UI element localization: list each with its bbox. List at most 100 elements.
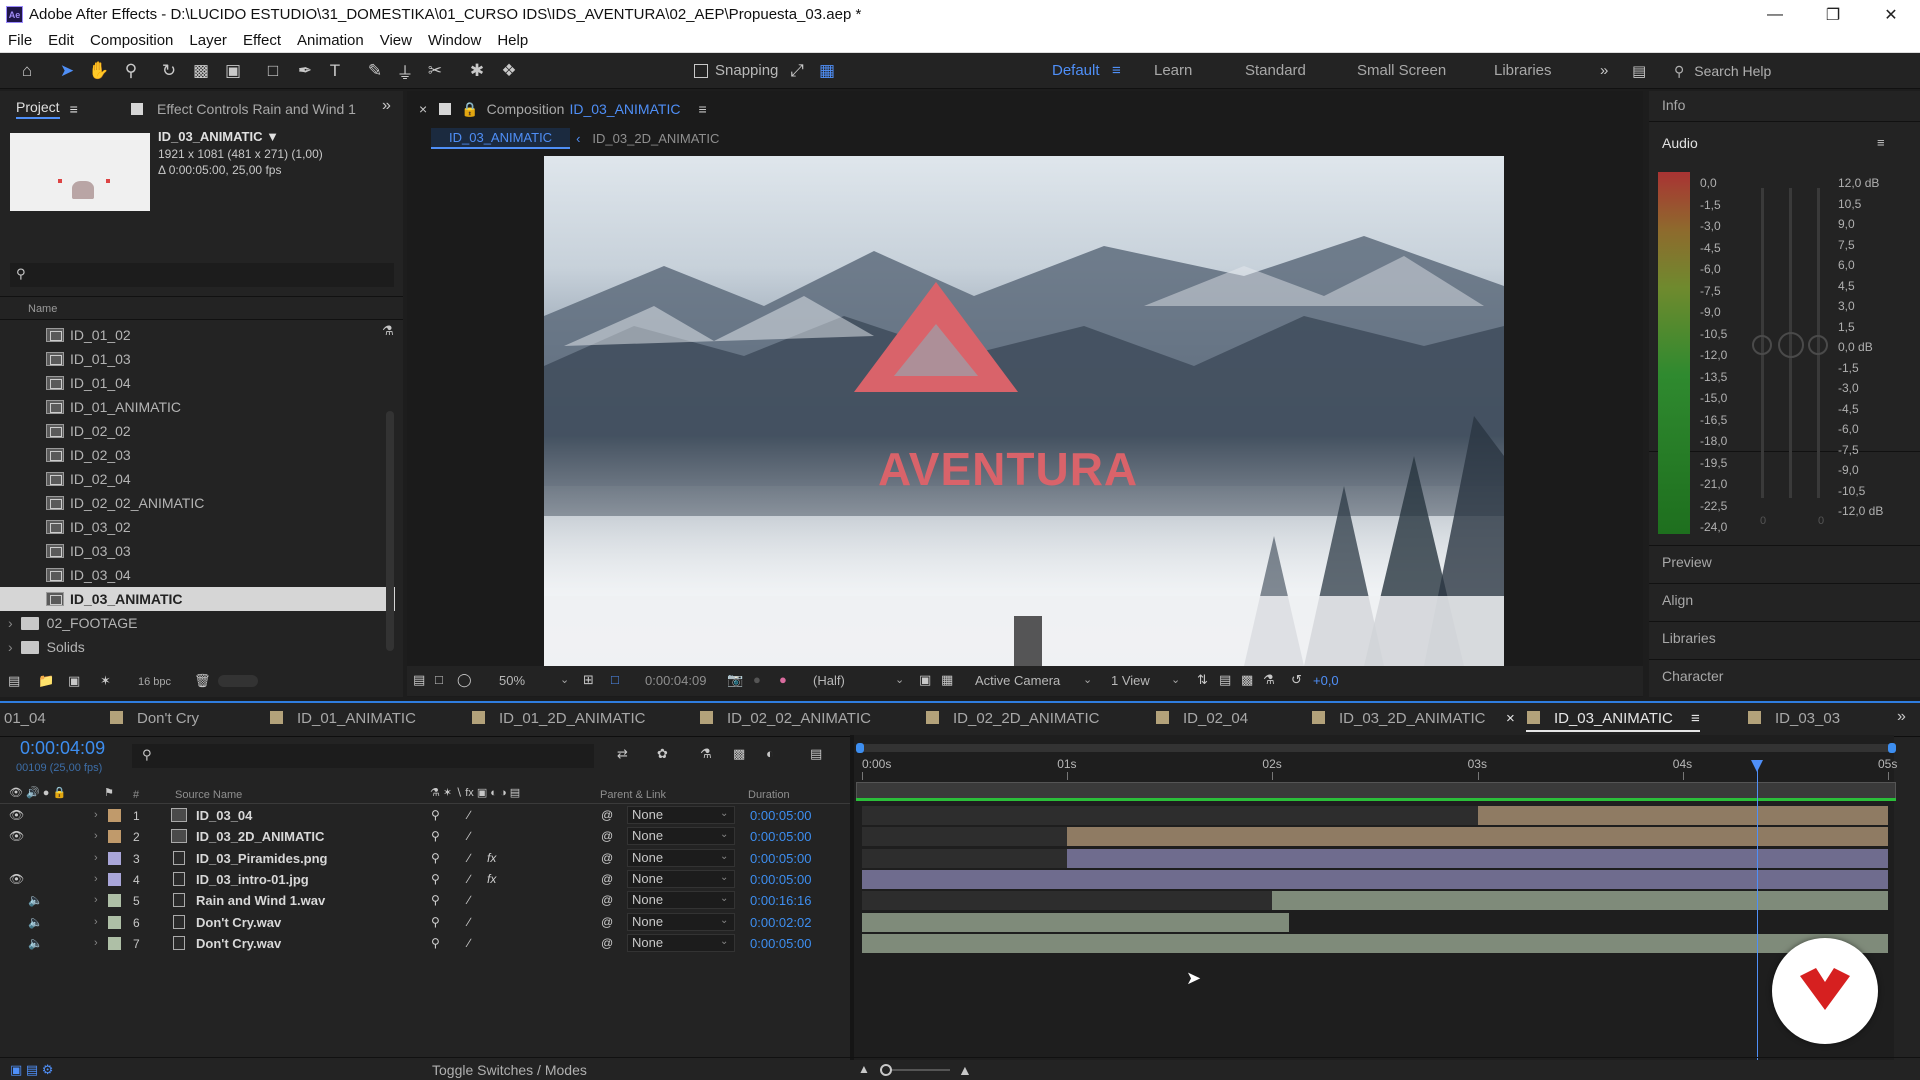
workspace-standard[interactable]: Standard [1245, 62, 1306, 79]
project-comp-item[interactable]: ID_03_03 [0, 539, 395, 563]
playhead[interactable] [1750, 760, 1763, 1060]
menu-help[interactable]: Help [489, 32, 536, 49]
workspace-learn[interactable]: Learn [1154, 62, 1192, 79]
new-composition-icon[interactable]: ▣ [68, 673, 80, 689]
graph-editor-icon[interactable]: ▤ [810, 746, 822, 762]
audio-slider-knob-left[interactable] [1752, 335, 1772, 355]
breadcrumb-active[interactable]: ID_03_ANIMATIC [431, 127, 571, 149]
panel-menu-icon[interactable]: ≡ [698, 101, 706, 117]
mask-visibility-icon[interactable]: □ [611, 672, 619, 687]
layer-row[interactable]: 🔈 › 6 Don't Cry.wav ⚲ ∕ @ None ⌄ 0:00:02:02 [0, 912, 850, 933]
pen-tool-icon[interactable]: ✒ [294, 60, 316, 82]
project-comp-item[interactable]: ID_02_02 [0, 419, 395, 443]
close-tab-icon[interactable]: × [1506, 710, 1519, 727]
pickwhip-icon[interactable]: @ [601, 936, 613, 950]
breadcrumb-other[interactable]: ID_03_2D_ANIMATIC [592, 131, 719, 146]
layer-name[interactable]: ID_03_Piramides.png [196, 851, 328, 866]
timeline-tab[interactable]: ID_01_ANIMATIC [270, 710, 416, 727]
tab-composition[interactable]: × 🔒 Composition ID_03_ANIMATIC ≡ [419, 96, 707, 122]
layer-row[interactable]: 🔈 › 5 Rain and Wind 1.wav ⚲ ∕ @ None ⌄ 0:00:16:16 [0, 890, 850, 911]
zoom-out-icon[interactable]: ▲ [858, 1062, 870, 1076]
project-comp-item[interactable]: ID_02_03 [0, 443, 395, 467]
timeline-tab[interactable]: × ID_03_ANIMATIC ≡ [1506, 710, 1700, 732]
snapshot-icon[interactable]: 📷 [727, 672, 743, 688]
layer-name[interactable]: ID_03_04 [196, 808, 252, 823]
tab-effect-controls[interactable]: Effect Controls Rain and Wind 1 [131, 96, 356, 122]
parent-link-header[interactable]: Parent & Link [600, 789, 666, 801]
shy-layers-icon[interactable]: ⚗ [700, 746, 712, 762]
layer-twirl-icon[interactable]: › [94, 852, 98, 864]
quality-switch-icon[interactable]: ∕ [468, 851, 470, 865]
layer-row[interactable]: 👁 › 4 ID_03_intro-01.jpg ⚲ ∕ fx @ None ⌄ 0:00:05:0… [0, 869, 850, 890]
project-comp-item[interactable]: ID_03_02 [0, 515, 395, 539]
reset-exposure-icon[interactable]: ↺ [1291, 672, 1302, 688]
layer-name[interactable]: ID_03_intro-01.jpg [196, 872, 309, 887]
layer-switches-toggle-icon[interactable]: ▣ ▤ ⚙ [10, 1062, 53, 1078]
audio-slider-knob-right[interactable] [1808, 335, 1828, 355]
home-icon[interactable]: ⌂ [16, 60, 38, 82]
layer-row[interactable]: › 3 ID_03_Piramides.png ⚲ ∕ fx @ None ⌄ 0:00:05:0… [0, 848, 850, 869]
timeline-search-input[interactable]: ⚲ [132, 744, 594, 768]
menu-window[interactable]: Window [420, 32, 489, 49]
project-folder-item[interactable]: › 02_FOOTAGE [0, 611, 395, 635]
pickwhip-icon[interactable]: @ [601, 851, 613, 865]
column-name-header[interactable]: Name [28, 303, 57, 315]
workspace-toggle-icon[interactable]: ▤ [1632, 62, 1646, 80]
libraries-panel-tab[interactable]: Libraries [1662, 630, 1716, 646]
magnification-dropdown[interactable]: 50% [499, 673, 525, 688]
pickwhip-icon[interactable]: @ [601, 872, 613, 886]
project-comp-item[interactable]: ID_01_02 [0, 323, 395, 347]
layer-twirl-icon[interactable]: › [94, 809, 98, 821]
visibility-eye-icon[interactable]: 👁 [9, 829, 24, 843]
layer-duration[interactable]: 0:00:05:00 [750, 936, 811, 951]
panel-menu-icon[interactable]: ≡ [1687, 710, 1700, 727]
menu-view[interactable]: View [372, 32, 420, 49]
rectangle-tool-icon[interactable]: □ [262, 60, 284, 82]
timeline-zoom-slider[interactable] [880, 1064, 950, 1076]
shy-switch-icon[interactable]: ⚲ [431, 936, 440, 950]
project-footer-scroll[interactable] [218, 675, 258, 687]
pickwhip-icon[interactable]: @ [601, 893, 613, 907]
timeline-tab[interactable]: ID_03_03 [1748, 710, 1840, 727]
shy-switch-icon[interactable]: ⚲ [431, 829, 440, 843]
menu-edit[interactable]: Edit [40, 32, 82, 49]
transparency-grid-icon[interactable]: ▦ [941, 672, 953, 688]
audio-toggle-icon[interactable]: 🔈 [28, 893, 43, 907]
zoom-in-icon[interactable]: ▲ [958, 1062, 972, 1078]
quality-switch-icon[interactable]: ∕ [468, 829, 470, 843]
layer-duration-bar[interactable] [862, 869, 1888, 889]
snap-grid-icon[interactable]: ▦ [816, 60, 838, 82]
project-comp-item[interactable]: ID_03_ANIMATIC [0, 587, 395, 611]
project-folder-item[interactable]: › Solids [0, 635, 395, 659]
pickwhip-icon[interactable]: @ [601, 915, 613, 929]
project-comp-item[interactable]: ID_01_03 [0, 347, 395, 371]
always-preview-icon[interactable]: ▤ [413, 672, 425, 688]
layer-duration-bar[interactable] [1272, 891, 1888, 911]
audio-panel-tab[interactable]: Audio [1662, 135, 1698, 151]
snap-option-icon[interactable]: ⤢ [786, 60, 808, 82]
parent-dropdown[interactable]: None [627, 869, 735, 888]
panel-menu-icon[interactable]: ≡ [70, 101, 78, 117]
layer-label-swatch[interactable] [108, 936, 121, 950]
workspace-small-screen[interactable]: Small Screen [1357, 62, 1446, 79]
pickwhip-icon[interactable]: @ [601, 829, 613, 843]
shy-switch-icon[interactable]: ⚲ [431, 915, 440, 929]
layer-label-swatch[interactable] [108, 830, 121, 844]
project-search-input[interactable]: ⚲ [10, 263, 394, 287]
project-scrollbar[interactable] [386, 411, 394, 651]
hand-tool-icon[interactable]: ✋ [88, 60, 110, 82]
layer-duration-bar[interactable] [862, 933, 1888, 953]
layer-row[interactable]: 👁 › 2 ID_03_2D_ANIMATIC ⚲ ∕ @ None ⌄ 0:00:05:00 [0, 826, 850, 847]
lock-icon[interactable]: 🔒 [461, 101, 478, 118]
timeline-tab[interactable]: 01_04 [4, 710, 46, 727]
pickwhip-icon[interactable]: @ [601, 808, 613, 822]
clone-stamp-icon[interactable]: ⏚ [394, 60, 416, 83]
layer-duration[interactable]: 0:00:16:16 [750, 893, 811, 908]
color-channel-icon[interactable]: ● [779, 672, 787, 687]
layer-label-swatch[interactable] [108, 915, 121, 929]
roto-brush-icon[interactable]: ✱ [466, 60, 488, 82]
layer-duration-bar[interactable] [1067, 848, 1888, 868]
info-panel-tab[interactable]: Info [1662, 97, 1685, 113]
quality-switch-icon[interactable]: ∕ [468, 915, 470, 929]
layer-label-swatch[interactable] [108, 894, 121, 908]
